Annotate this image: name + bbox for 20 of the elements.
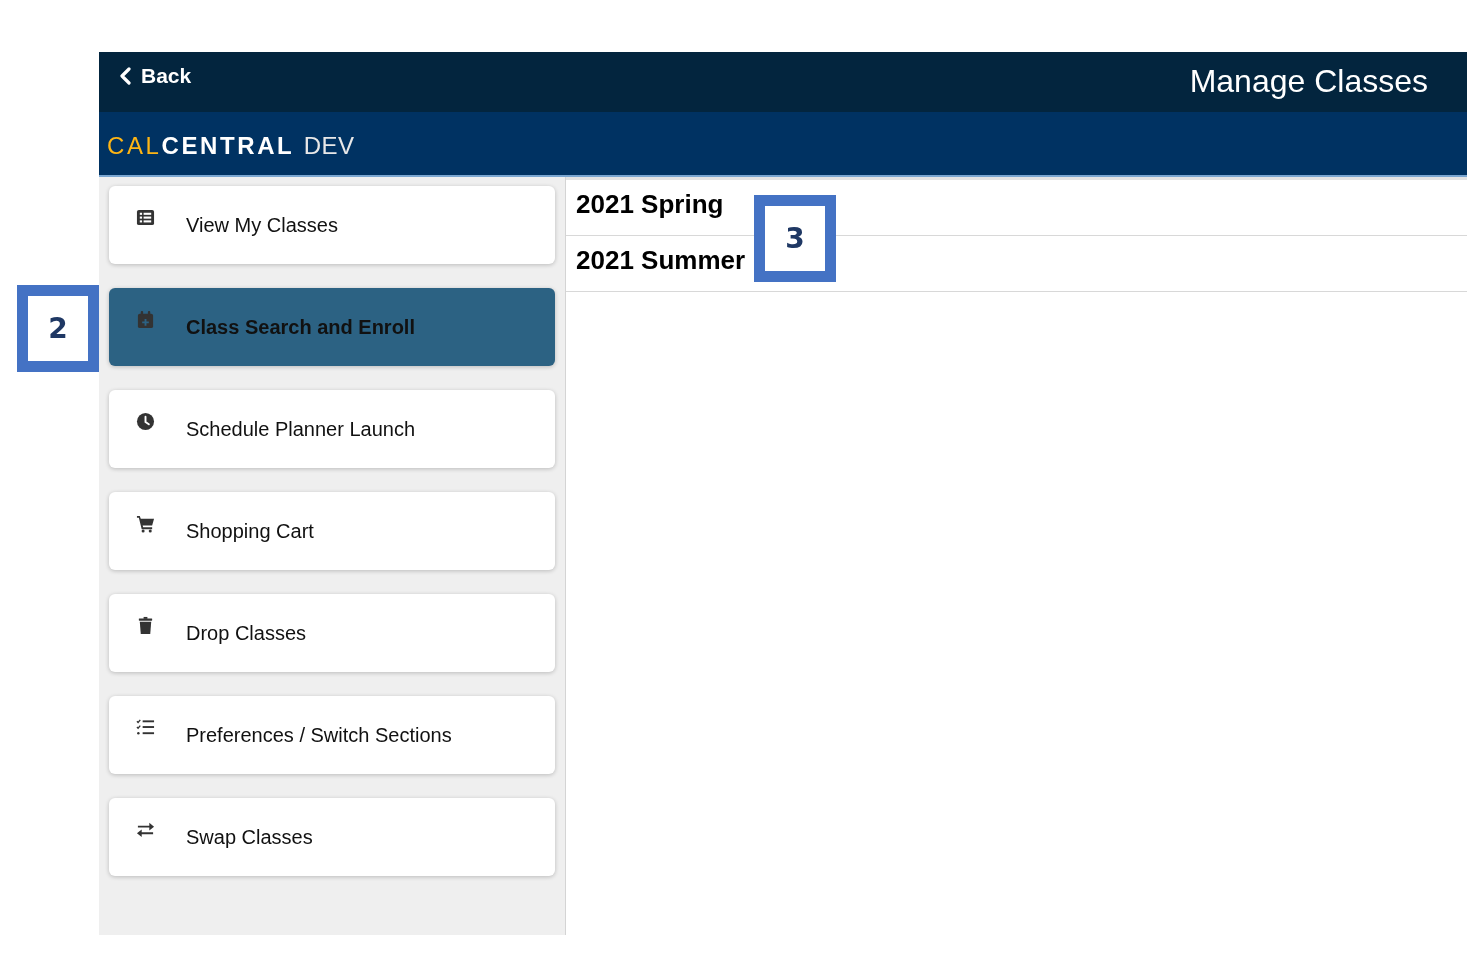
menu-item[interactable]: Swap Classes [109,798,555,876]
menu-item[interactable]: Drop Classes [109,594,555,672]
chevron-left-icon [119,67,131,85]
callout-number: 2 [17,285,99,372]
brand-logo: CALCENTRAL DEV [107,131,355,160]
checklist-icon [136,717,155,737]
page-title: Manage Classes [1189,63,1428,99]
back-button[interactable]: Back [119,64,192,88]
menu-item[interactable]: View My Classes [109,186,555,264]
trash-icon [136,615,155,635]
clock-icon [136,411,155,431]
term-label: 2021 Spring [576,189,724,220]
term-label: 2021 Summer [576,245,746,276]
calendar-plus-icon [136,309,155,329]
menu-item[interactable]: Schedule Planner Launch [109,390,555,468]
callout-number: 3 [754,195,836,282]
list-icon [136,207,155,227]
menu-item[interactable]: Preferences / Switch Sections [109,696,555,774]
menu-item[interactable]: Shopping Cart [109,492,555,570]
cart-icon [136,513,155,533]
